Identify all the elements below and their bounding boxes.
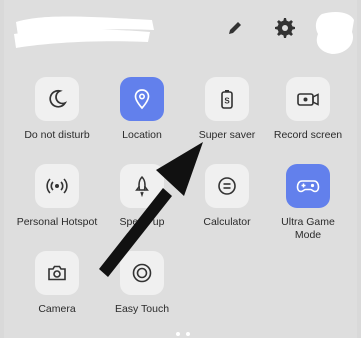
tile-button[interactable] [286, 164, 330, 208]
tile-button[interactable] [286, 77, 330, 121]
tile-button[interactable] [35, 77, 79, 121]
screen-record-icon [297, 93, 319, 106]
tile-speed-up[interactable]: Speed up [97, 164, 187, 229]
tile-record-screen[interactable]: Record screen [263, 77, 353, 142]
tile-label: Do not disturb [24, 129, 90, 141]
tile-calculator[interactable]: Calculator [182, 164, 272, 229]
page-indicator-dot [176, 332, 180, 336]
tile-button[interactable] [35, 164, 79, 208]
page-indicator-dot [186, 332, 190, 336]
calculator-icon [218, 177, 236, 195]
camera-icon [48, 265, 66, 281]
easy-touch-icon [132, 263, 152, 283]
tile-camera[interactable]: Camera [12, 251, 102, 316]
moon-icon [49, 89, 68, 108]
battery-saver-icon: S [221, 90, 233, 109]
tile-label: Speed up [119, 216, 165, 228]
svg-text:S: S [224, 97, 230, 106]
rocket-icon [135, 175, 149, 197]
tile-easy-touch[interactable]: Easy Touch [97, 251, 187, 316]
tile-button[interactable] [205, 164, 249, 208]
quick-settings-panel: Do not disturb Location S Super saver Re… [4, 0, 357, 338]
tile-button[interactable] [35, 251, 79, 295]
tile-label: Personal Hotspot [16, 216, 98, 228]
tile-location[interactable]: Location [97, 77, 187, 142]
game-controller-icon [296, 180, 320, 193]
hotspot-icon [46, 178, 68, 194]
tile-button[interactable] [120, 164, 164, 208]
tile-personal-hotspot[interactable]: Personal Hotspot [12, 164, 102, 229]
gear-icon[interactable] [272, 15, 298, 41]
tile-label: Ultra Game Mode [281, 216, 335, 241]
tile-button[interactable] [120, 77, 164, 121]
tile-label: Calculator [203, 216, 251, 228]
pencil-icon[interactable] [222, 15, 248, 41]
redaction-scribble [14, 16, 154, 48]
tile-do-not-disturb[interactable]: Do not disturb [12, 77, 102, 142]
tile-label: Camera [38, 303, 76, 315]
tile-label: Location [122, 129, 162, 141]
control-center-screenshot: Do not disturb Location S Super saver Re… [0, 0, 361, 338]
tile-label: Record screen [273, 129, 343, 141]
tile-label: Super saver [198, 129, 256, 141]
tile-label: Easy Touch [114, 303, 170, 315]
tile-ultra-game-mode[interactable]: Ultra Game Mode [263, 164, 353, 242]
avatar-redaction-scribble [315, 12, 354, 54]
tile-button[interactable] [120, 251, 164, 295]
tile-super-saver[interactable]: S Super saver [182, 77, 272, 142]
tile-button[interactable]: S [205, 77, 249, 121]
location-pin-icon [134, 89, 150, 110]
